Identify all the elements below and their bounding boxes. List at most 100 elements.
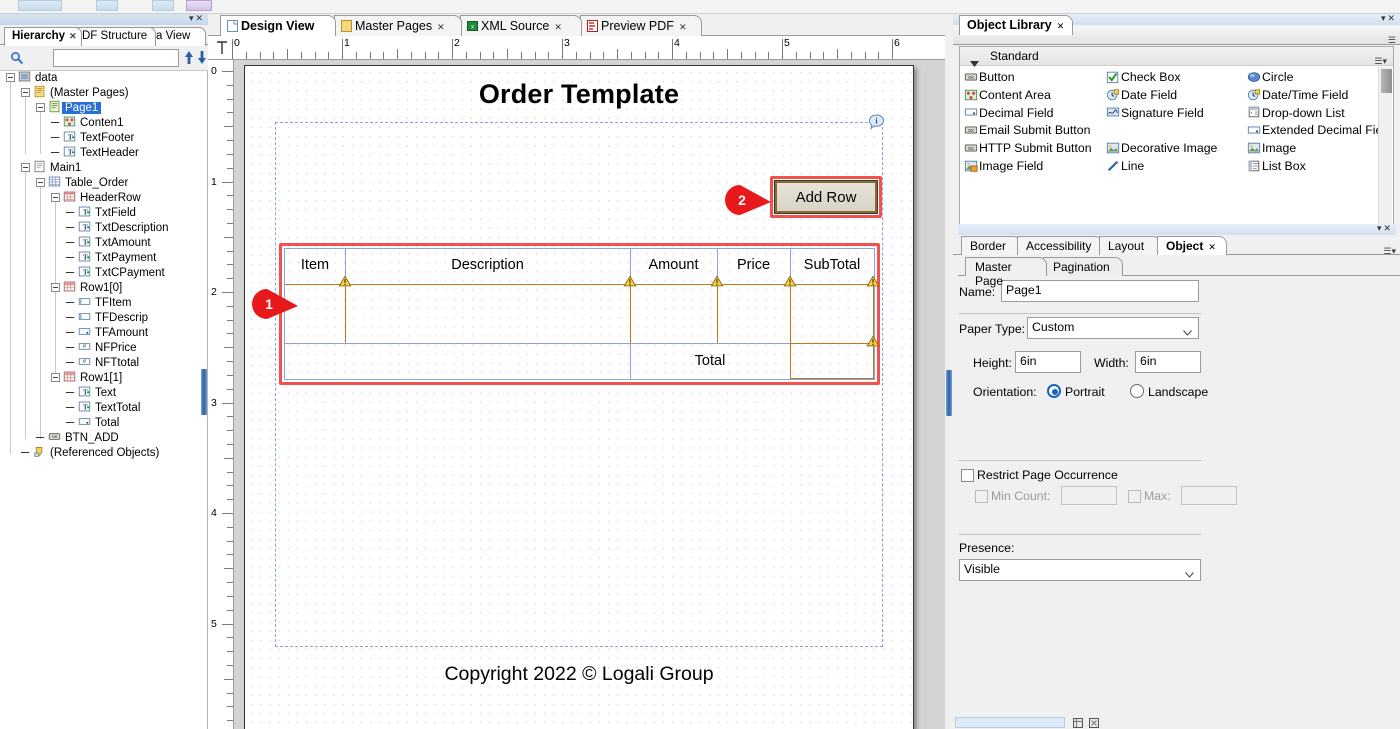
- toolbar-button-4[interactable]: [186, 0, 212, 11]
- object-library-item-check-box[interactable]: Check Box: [1106, 68, 1180, 86]
- object-library-item-button[interactable]: OKButton: [964, 68, 1015, 86]
- min-count-field[interactable]: [1061, 486, 1117, 505]
- tab-object-library[interactable]: Object Library✕: [959, 15, 1073, 35]
- name-field[interactable]: Page1: [1001, 280, 1199, 302]
- tree-item-conten1[interactable]: ─Conten1: [0, 116, 207, 131]
- warning-icon[interactable]: [866, 335, 880, 348]
- object-library-item-line[interactable]: Line: [1106, 157, 1144, 175]
- properties-caption-buttons[interactable]: ▾✕: [1377, 223, 1393, 234]
- close-icon[interactable]: ✕: [437, 22, 445, 32]
- expand-icon[interactable]: [1089, 717, 1099, 727]
- tree-item-headerrow[interactable]: HeaderRow: [0, 191, 207, 206]
- tab-xml-source[interactable]: x XML Source✕: [460, 15, 582, 36]
- right-splitter[interactable]: [945, 14, 953, 729]
- search-input-wrapper[interactable]: [53, 49, 179, 67]
- tree-item-table-order[interactable]: Table_Order: [0, 176, 207, 191]
- grid-icon[interactable]: [1073, 717, 1083, 727]
- object-library-menu-icon[interactable]: ☰: [1388, 35, 1396, 46]
- tab-master-pages[interactable]: Master Pages✕: [334, 15, 462, 36]
- orientation-landscape-radio[interactable]: [1130, 384, 1144, 398]
- object-library-item-decimal-field[interactable]: Decimal Field: [964, 104, 1053, 122]
- table-header-price[interactable]: Price: [717, 254, 790, 276]
- panel-caption-buttons[interactable]: ▾✕: [189, 13, 205, 24]
- tree-item-row1-1[interactable]: Row1[1]: [0, 371, 207, 386]
- object-library-scrollbar[interactable]: [1378, 67, 1392, 230]
- tab-object[interactable]: Object✕: [1157, 236, 1227, 255]
- orientation-portrait-radio[interactable]: [1047, 384, 1061, 398]
- subtab-pagination[interactable]: Pagination: [1043, 257, 1123, 276]
- object-library-item-decorative-image[interactable]: Decorative Image: [1106, 139, 1217, 157]
- tab-pdf-structure[interactable]: DF Structure: [74, 27, 156, 46]
- table-total-label[interactable]: Total: [630, 350, 790, 372]
- object-library-item-extended-decimal-field[interactable]: Extended Decimal Field: [1247, 121, 1392, 139]
- tree-item-page1[interactable]: Page1: [0, 101, 207, 116]
- object-library-item-date-field[interactable]: Date Field: [1106, 86, 1177, 104]
- table-header-amount[interactable]: Amount: [630, 254, 717, 276]
- presence-select[interactable]: Visible: [959, 559, 1201, 581]
- properties-menu-icon[interactable]: ☰▾: [1383, 246, 1396, 257]
- tree-item-total[interactable]: ─Total: [0, 416, 207, 431]
- object-library-scroll-thumb[interactable]: [1381, 69, 1392, 93]
- tab-design-view[interactable]: Design View: [220, 15, 336, 36]
- object-library-item-email-submit-button[interactable]: OKEmail Submit Button: [964, 121, 1090, 139]
- tree-item-data[interactable]: data: [0, 71, 207, 86]
- object-library-item-signature-field[interactable]: Signature Field: [1106, 104, 1204, 122]
- object-library-item-date-time-field[interactable]: Date/Time Field: [1247, 86, 1348, 104]
- max-field[interactable]: [1181, 486, 1237, 505]
- close-icon[interactable]: ✕: [1208, 242, 1216, 252]
- tree-item-btn-add[interactable]: ─OKBTN_ADD: [0, 431, 207, 446]
- tree-item-textheader[interactable]: ─TTextHeader: [0, 146, 207, 161]
- left-splitter-grip[interactable]: [201, 369, 207, 415]
- tree-expander[interactable]: [21, 88, 30, 97]
- tab-preview-pdf[interactable]: Preview PDF✕: [580, 15, 702, 36]
- close-icon[interactable]: ✕: [69, 31, 77, 41]
- tree-item-txtpayment[interactable]: ─TTxtPayment: [0, 251, 207, 266]
- tab-hierarchy[interactable]: Hierarchy✕: [4, 27, 82, 46]
- object-library-section-standard[interactable]: Standard ☰▾: [960, 47, 1393, 66]
- toolbar-button-1[interactable]: [18, 0, 62, 11]
- tree-item-txtamount[interactable]: ─TTxtAmount: [0, 236, 207, 251]
- hierarchy-tree[interactable]: data(Master Pages)Page1─Conten1─TTextFoo…: [0, 71, 208, 729]
- min-count-checkbox[interactable]: [975, 490, 988, 503]
- object-library-item-content-area[interactable]: Content Area: [964, 86, 1051, 104]
- warning-icon[interactable]: [338, 275, 352, 288]
- tree-expander[interactable]: [36, 178, 45, 187]
- warning-icon[interactable]: [783, 275, 797, 288]
- restrict-page-occurrence-checkbox[interactable]: [961, 469, 974, 482]
- tree-item-txtdescription[interactable]: ─TTxtDescription: [0, 221, 207, 236]
- warning-icon[interactable]: [866, 275, 880, 288]
- object-library-item-drop-down-list[interactable]: Drop-down List: [1247, 104, 1345, 122]
- object-library-item-image[interactable]: Image: [1247, 139, 1296, 157]
- tree-item-textfooter[interactable]: ─TTextFooter: [0, 131, 207, 146]
- tab-data-view[interactable]: a View: [148, 27, 206, 46]
- close-icon[interactable]: ✕: [679, 22, 687, 32]
- chevron-down-icon[interactable]: [970, 54, 979, 60]
- table-header-item[interactable]: Item: [285, 254, 345, 276]
- object-library-caption-buttons[interactable]: ▾✕: [1381, 13, 1397, 24]
- tree-expander[interactable]: [51, 193, 60, 202]
- tab-layout[interactable]: Layout: [1099, 236, 1161, 255]
- close-icon[interactable]: ✕: [554, 22, 562, 32]
- object-library-item-http-submit-button[interactable]: OKHTTP Submit Button: [964, 139, 1092, 157]
- status-field[interactable]: [955, 717, 1065, 728]
- page-sheet[interactable]: Order Template i Add Row: [244, 65, 914, 729]
- tree-item-referenced-objects[interactable]: ─(Referenced Objects): [0, 446, 207, 461]
- object-library-item-list-box[interactable]: List Box: [1247, 157, 1306, 175]
- subtab-master-page[interactable]: Master Page: [965, 257, 1047, 276]
- tree-expander[interactable]: [51, 283, 60, 292]
- max-checkbox[interactable]: [1128, 490, 1141, 503]
- width-field[interactable]: 6in: [1135, 351, 1201, 373]
- table-header-description[interactable]: Description: [345, 254, 630, 276]
- arrow-up-icon[interactable]: [184, 50, 194, 66]
- design-canvas[interactable]: Order Template i Add Row: [234, 60, 945, 729]
- tab-accessibility[interactable]: Accessibility: [1017, 236, 1103, 255]
- tree-expander[interactable]: [51, 373, 60, 382]
- order-table[interactable]: ItemDescriptionAmountPriceSubTotalTotal: [284, 248, 875, 380]
- tree-item-txtfield[interactable]: ─TTxtField: [0, 206, 207, 221]
- add-row-button[interactable]: Add Row: [775, 181, 877, 213]
- tree-item-text[interactable]: ─TText: [0, 386, 207, 401]
- tree-item-nfprice[interactable]: ─#NFPrice: [0, 341, 207, 356]
- tree-expander[interactable]: [6, 73, 15, 82]
- warning-icon[interactable]: [623, 275, 637, 288]
- height-field[interactable]: 6in: [1015, 351, 1081, 373]
